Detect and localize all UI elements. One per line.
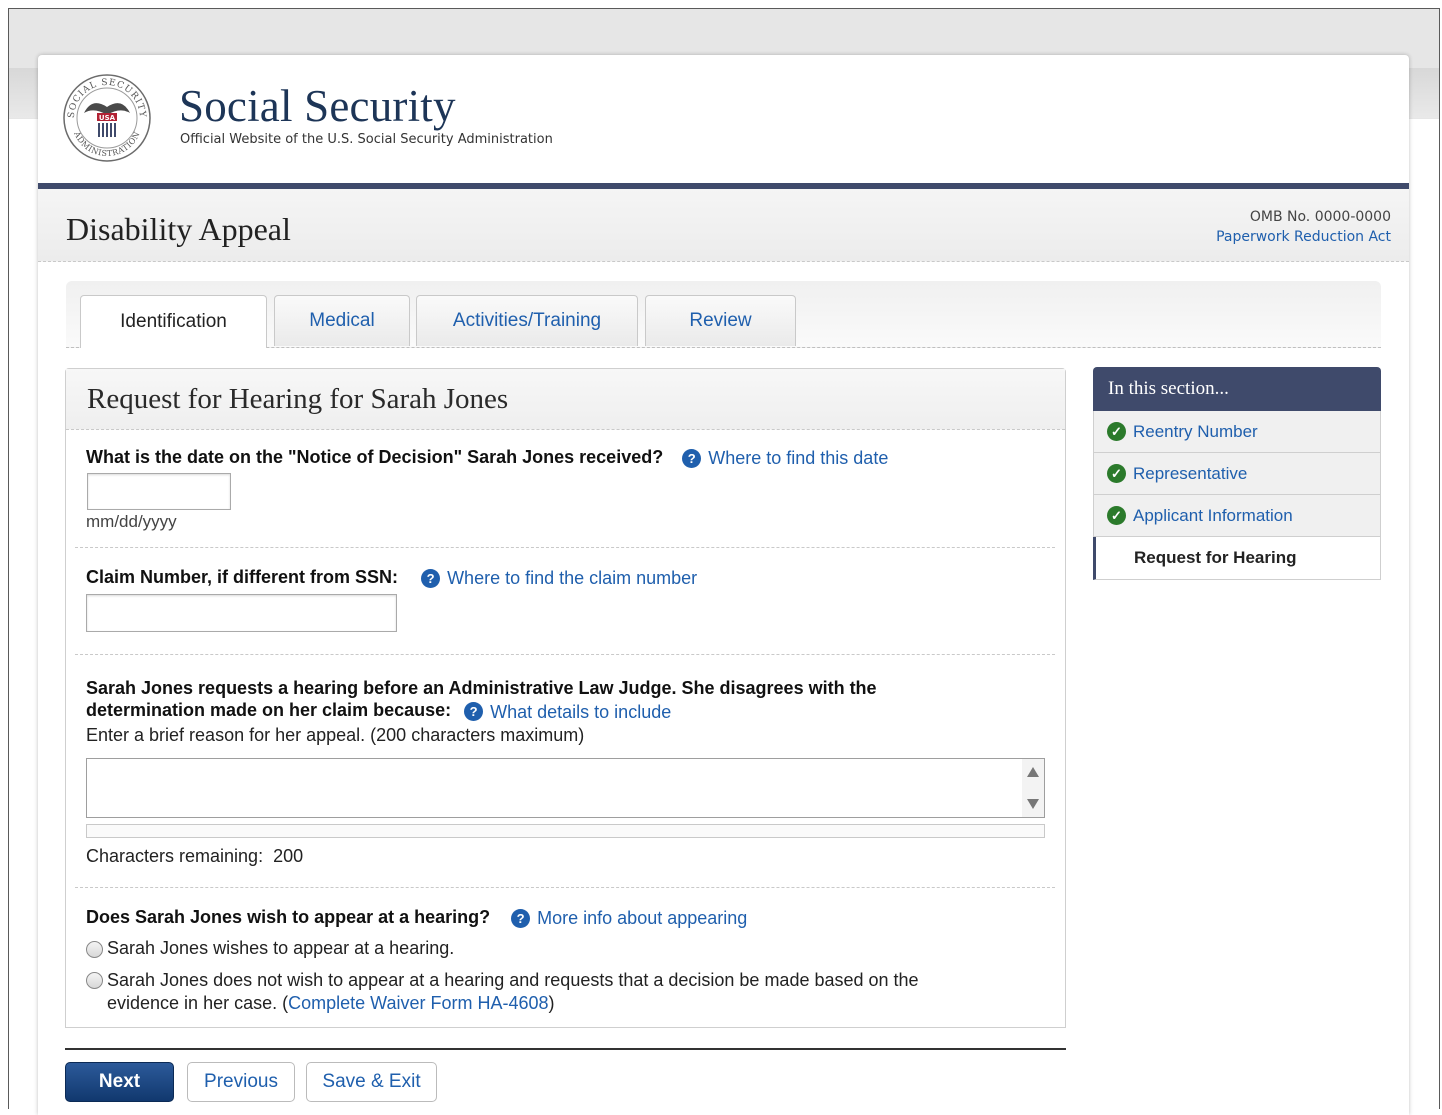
radio-not-appear[interactable] (86, 972, 103, 989)
section-nav-representative[interactable]: ✓ Representative (1093, 453, 1381, 495)
appear-option-no[interactable]: Sarah Jones does not wish to appear at a… (86, 969, 919, 1015)
help-icon: ? (421, 569, 441, 588)
page-title: Disability Appeal (66, 211, 291, 247)
tab-activities-training[interactable]: Activities/Training (416, 295, 638, 346)
appear-hearing-question: Does Sarah Jones wish to appear at a hea… (86, 907, 747, 929)
appeal-details-help-link[interactable]: ? What details to include (464, 701, 671, 723)
scroll-up-arrow-icon[interactable] (1027, 767, 1039, 777)
form-title: Request for Hearing for Sarah Jones (87, 383, 509, 415)
check-icon: ✓ (1107, 506, 1126, 525)
waiver-form-link[interactable]: Complete Waiver Form HA-4608 (288, 993, 548, 1013)
appearing-help-link[interactable]: ? More info about appearing (511, 908, 747, 929)
scroll-down-arrow-icon[interactable] (1027, 799, 1039, 809)
characters-remaining: Characters remaining: 200 (86, 846, 304, 866)
help-icon: ? (464, 702, 484, 721)
page-titlebar: Disability Appeal OMB No. 0000-0000 Pape… (38, 189, 1409, 262)
paperwork-reduction-link[interactable]: Paperwork Reduction Act (1216, 229, 1391, 245)
appear-hearing-label: Does Sarah Jones wish to appear at a hea… (86, 907, 491, 927)
claim-number-input[interactable] (86, 594, 397, 632)
tab-medical[interactable]: Medical (274, 295, 410, 346)
section-divider (75, 887, 1055, 888)
svg-text:USA: USA (99, 114, 116, 122)
appeal-reason-instruction: Enter a brief reason for her appeal. (20… (86, 725, 585, 745)
notice-date-input[interactable] (87, 473, 231, 510)
page-card: SOCIAL SECURITY ADMINISTRATION USA Socia… (38, 55, 1409, 1115)
character-counter-bar (86, 824, 1045, 838)
brand-subtitle: Official Website of the U.S. Social Secu… (180, 132, 553, 147)
radio-appear[interactable] (86, 941, 103, 958)
claim-number-question: Claim Number, if different from SSN: ? Wh… (86, 567, 697, 589)
section-nav: In this section... ✓ Reentry Number ✓ Repr… (1093, 367, 1381, 580)
appeal-reason-textarea[interactable] (86, 758, 1045, 818)
claim-number-label: Claim Number, if different from SSN: (86, 567, 399, 587)
tab-bar: Identification Medical Activities/Traini… (66, 281, 1381, 348)
brand-title[interactable]: Social Security (179, 81, 456, 131)
notice-date-question: What is the date on the "Notice of Decis… (86, 447, 888, 469)
characters-remaining-count: 200 (273, 846, 304, 866)
previous-button[interactable]: Previous (187, 1062, 295, 1102)
section-nav-applicant-information[interactable]: ✓ Applicant Information (1093, 495, 1381, 537)
appeal-reason-label-line1: Sarah Jones requests a hearing before an… (86, 678, 877, 698)
section-nav-request-for-hearing[interactable]: Request for Hearing (1093, 537, 1381, 580)
textarea-scrollbar[interactable] (1022, 759, 1044, 817)
notice-date-help-link[interactable]: ? Where to find this date (682, 448, 888, 469)
check-icon: ✓ (1107, 422, 1126, 441)
section-divider (75, 547, 1055, 548)
section-divider (75, 654, 1055, 655)
help-icon: ? (511, 909, 531, 928)
tab-review[interactable]: Review (645, 295, 796, 346)
form-panel-header: Request for Hearing for Sarah Jones (66, 369, 1065, 430)
appeal-reason-question: Sarah Jones requests a hearing before an… (86, 677, 877, 723)
save-exit-button[interactable]: Save & Exit (306, 1062, 437, 1102)
section-nav-heading: In this section... (1093, 367, 1381, 411)
footer-divider (65, 1048, 1066, 1050)
notice-date-label: What is the date on the "Notice of Decis… (86, 447, 664, 467)
ssa-seal-logo[interactable]: SOCIAL SECURITY ADMINISTRATION USA (62, 73, 152, 163)
help-icon: ? (682, 449, 702, 468)
appear-option-yes[interactable]: Sarah Jones wishes to appear at a hearin… (86, 938, 454, 959)
omb-info: OMB No. 0000-0000 Paperwork Reduction Ac… (1216, 207, 1391, 247)
check-icon: ✓ (1107, 464, 1126, 483)
claim-number-help-link[interactable]: ? Where to find the claim number (421, 568, 697, 589)
site-header: SOCIAL SECURITY ADMINISTRATION USA Socia… (38, 55, 1409, 183)
appeal-reason-label-line2: determination made on her claim because: (86, 700, 452, 720)
tab-identification[interactable]: Identification (80, 295, 267, 348)
section-nav-reentry-number[interactable]: ✓ Reentry Number (1093, 411, 1381, 453)
date-format-hint: mm/dd/yyyy (86, 512, 177, 531)
omb-number: OMB No. 0000-0000 (1249, 209, 1391, 225)
next-button[interactable]: Next (65, 1062, 174, 1102)
